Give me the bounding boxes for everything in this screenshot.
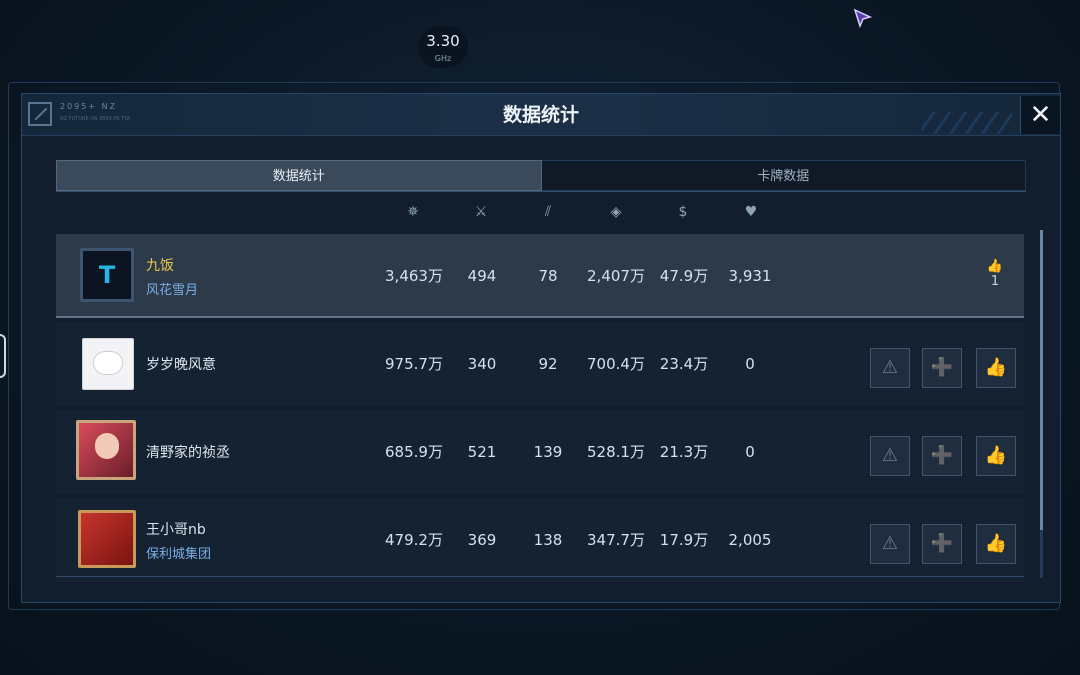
avatar-seal-icon <box>95 527 123 553</box>
table-row: 清野家的祯丞 685.9万 521 139 528.1万 21.3万 0 ⚠ ➕… <box>56 410 1024 494</box>
tab-data-stats[interactable]: 数据统计 <box>56 160 542 191</box>
column-header: ✵ ⚔ ⫽ ◈ $ ♥ <box>22 204 1060 224</box>
stat-value: 369 <box>467 531 497 549</box>
side-drawer-handle[interactable] <box>0 334 6 378</box>
stat-value: 21.3万 <box>659 443 709 461</box>
stat-value: 975.7万 <box>385 355 443 373</box>
stat-value: 2,407万 <box>587 267 645 285</box>
stat-value: 521 <box>467 443 497 461</box>
avatar[interactable]: T <box>80 248 134 302</box>
stat-value: 347.7万 <box>587 531 645 549</box>
stat-value: 494 <box>467 267 497 285</box>
player-team[interactable]: 保利城集团 <box>146 543 211 562</box>
player-name[interactable]: 岁岁晚风意 <box>146 354 216 374</box>
stat-value: 700.4万 <box>587 355 645 373</box>
stat-value: 17.9万 <box>659 531 709 549</box>
report-button[interactable]: ⚠ <box>870 436 910 476</box>
dialog-titlebar: 2095+ NZ NZ FUTURE HA 3850 PS TTA 数据统计 ✕ <box>22 94 1060 136</box>
table-row: 岁岁晚风意 975.7万 340 92 700.4万 23.4万 0 ⚠ ➕ 👍 <box>56 322 1024 406</box>
divider <box>56 576 1024 577</box>
scrollbar[interactable] <box>1040 230 1043 578</box>
heart-plus-icon: ♥ <box>744 204 758 220</box>
split-diamond-icon: ◈ <box>610 204 622 220</box>
stat-value: 685.9万 <box>385 443 443 461</box>
like-button[interactable]: 👍 <box>976 436 1016 476</box>
close-button[interactable]: ✕ <box>1020 96 1060 134</box>
like-button[interactable]: 👍 <box>976 348 1016 388</box>
add-friend-button[interactable]: ➕ <box>922 524 962 564</box>
like-counter: 👍 1 <box>982 259 1008 290</box>
cpu-frequency-unit: GHz <box>434 54 452 63</box>
avatar-character-icon <box>95 433 119 459</box>
stats-dialog: 2095+ NZ NZ FUTURE HA 3850 PS TTA 数据统计 ✕… <box>21 93 1061 603</box>
crossed-swords-icon: ⚔ <box>474 204 488 220</box>
stat-value: 47.9万 <box>659 267 709 285</box>
scrollbar-thumb[interactable] <box>1040 230 1043 530</box>
report-button[interactable]: ⚠ <box>870 348 910 388</box>
avatar[interactable] <box>76 420 136 480</box>
stat-value: 0 <box>745 355 755 373</box>
dollar-icon: $ <box>678 204 688 220</box>
stat-value: 0 <box>745 443 755 461</box>
stat-value: 23.4万 <box>659 355 709 373</box>
stat-value: 479.2万 <box>385 531 443 549</box>
stat-value: 2,005 <box>728 531 772 549</box>
player-list: T 九饭 风花雪月 3,463万 494 78 2,407万 47.9万 3,9… <box>56 234 1024 586</box>
thumbs-up-icon: 👍 <box>986 259 1004 274</box>
like-button[interactable]: 👍 <box>976 524 1016 564</box>
player-team[interactable]: 风花雪月 <box>146 279 198 298</box>
avatar[interactable] <box>82 338 134 390</box>
tab-bar: 数据统计 卡牌数据 <box>56 160 1026 192</box>
cpu-frequency-value: 3.30 <box>426 32 460 50</box>
avatar-logo-icon: T <box>98 261 116 289</box>
cursor-arrow-icon <box>853 8 873 29</box>
like-count: 1 <box>990 274 1000 289</box>
stat-value: 139 <box>533 443 563 461</box>
stat-value: 3,463万 <box>385 267 443 285</box>
avatar-character-icon <box>93 351 123 375</box>
player-name[interactable]: 王小哥nb <box>146 519 206 539</box>
stat-value: 528.1万 <box>587 443 645 461</box>
tab-card-data[interactable]: 卡牌数据 <box>541 160 1026 191</box>
dialog-title: 数据统计 <box>502 104 579 126</box>
player-name[interactable]: 九饭 <box>146 255 174 275</box>
player-name[interactable]: 清野家的祯丞 <box>146 442 230 462</box>
add-friend-button[interactable]: ➕ <box>922 348 962 388</box>
stat-value: 3,931 <box>728 267 772 285</box>
rank-emblem-icon: ✵ <box>407 204 419 220</box>
cpu-frequency-indicator: 3.30 GHz <box>418 26 468 68</box>
table-row: T 九饭 风花雪月 3,463万 494 78 2,407万 47.9万 3,9… <box>56 234 1024 318</box>
report-button[interactable]: ⚠ <box>870 524 910 564</box>
stat-value: 92 <box>538 355 558 373</box>
decor-stripes <box>922 112 1012 134</box>
table-row: 王小哥nb 保利城集团 479.2万 369 138 347.7万 17.9万 … <box>56 498 1024 582</box>
add-friend-button[interactable]: ➕ <box>922 436 962 476</box>
slash-marks-icon: ⫽ <box>544 204 552 220</box>
stat-value: 340 <box>467 355 497 373</box>
stat-value: 138 <box>533 531 563 549</box>
stat-value: 78 <box>538 267 558 285</box>
avatar[interactable] <box>78 510 136 568</box>
